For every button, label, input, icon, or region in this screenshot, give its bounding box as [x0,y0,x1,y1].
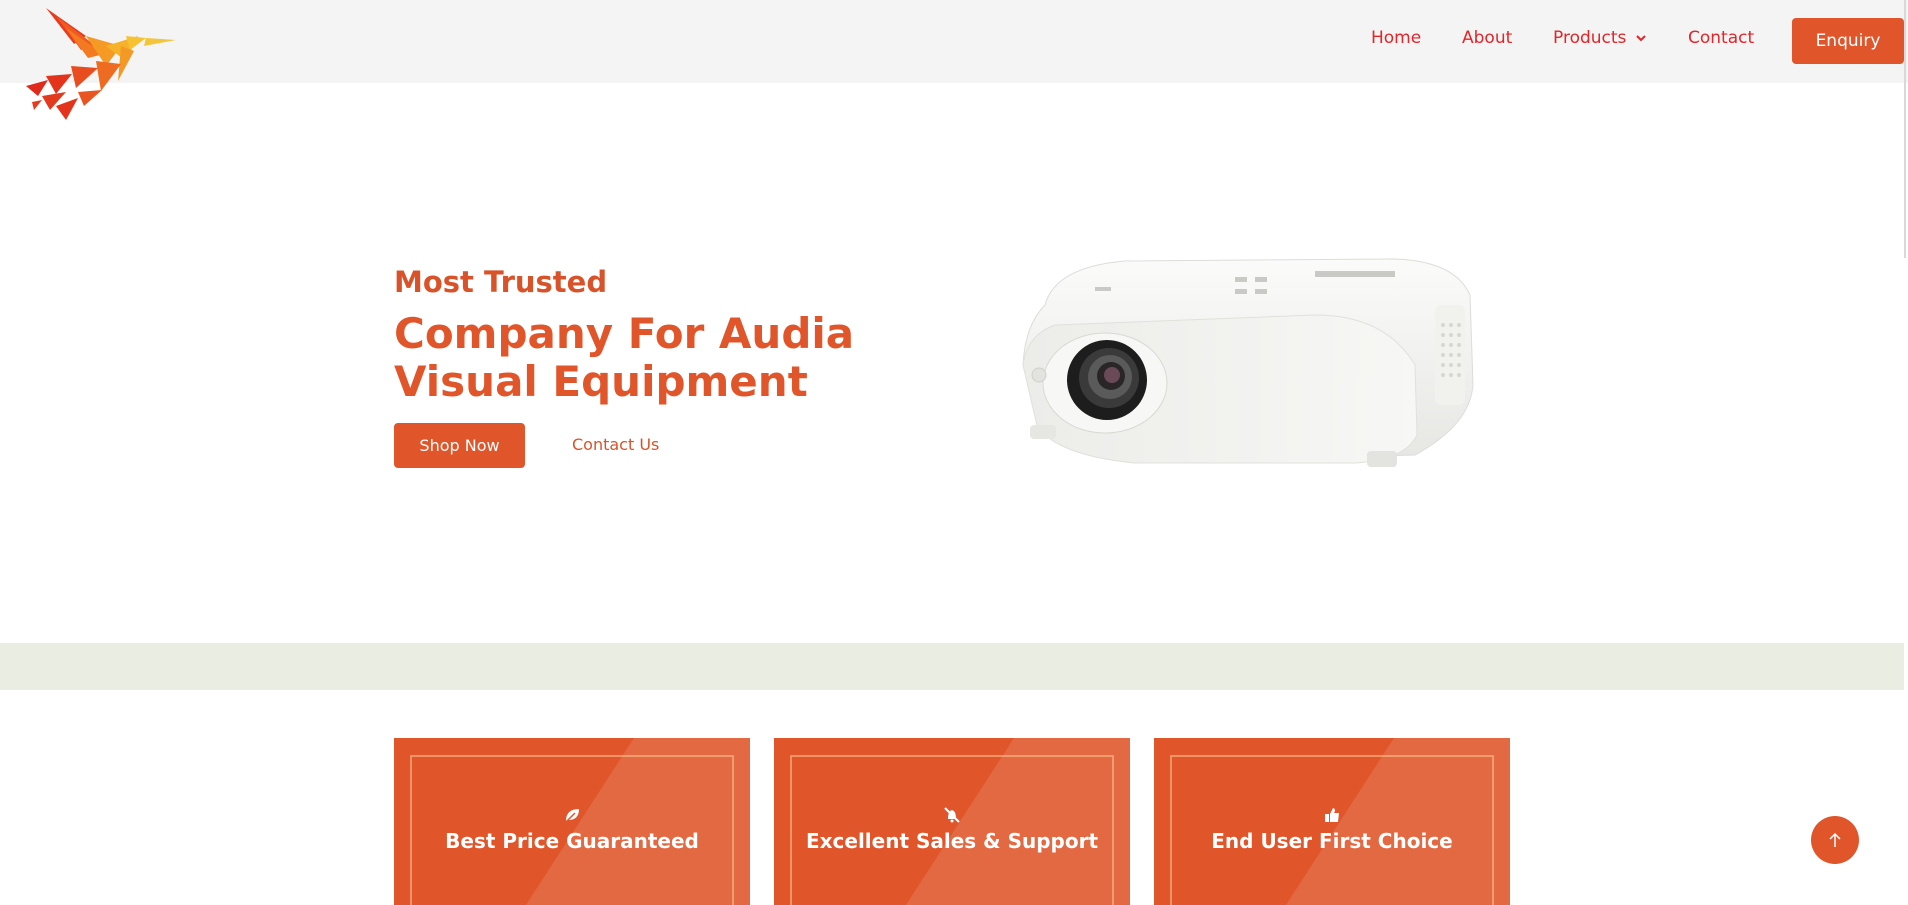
site-header: Home About Products Contact Enquiry [0,0,1908,83]
page: Home About Products Contact Enquiry Most… [0,0,1908,905]
enquiry-button[interactable]: Enquiry [1792,18,1904,64]
nav-contact-link[interactable]: Contact [1688,28,1754,48]
hero-subtitle: Most Trusted [394,265,608,299]
feature-card-best-price: Best Price Guaranteed [394,738,750,905]
nav-products-dropdown[interactable]: Products [1553,28,1647,48]
nav-products-label: Products [1553,28,1627,48]
feature-label: End User First Choice [1211,829,1453,853]
nav-about-link[interactable]: About [1462,28,1512,48]
leaf-icon [565,809,579,823]
arrow-up-icon [1829,832,1841,847]
shop-now-button[interactable]: Shop Now [394,423,525,468]
scrollbar-track[interactable] [1904,0,1906,258]
contact-us-link[interactable]: Contact Us [572,435,659,454]
no-bell-icon [944,807,960,823]
bird-logo[interactable] [26,6,180,122]
projector-image [1022,258,1474,467]
feature-card-sales-support: Excellent Sales & Support [774,738,1130,905]
feature-label: Best Price Guaranteed [445,829,699,853]
feature-label: Excellent Sales & Support [805,829,1099,853]
thumbs-up-icon [1325,808,1339,822]
feature-card-first-choice: End User First Choice [1154,738,1510,905]
back-to-top-button[interactable] [1811,816,1859,864]
chevron-down-icon [1636,35,1647,42]
nav-home-link[interactable]: Home [1371,28,1421,48]
hero-title: Company For Audia Visual Equipment [394,309,855,406]
section-divider-band [0,643,1904,690]
